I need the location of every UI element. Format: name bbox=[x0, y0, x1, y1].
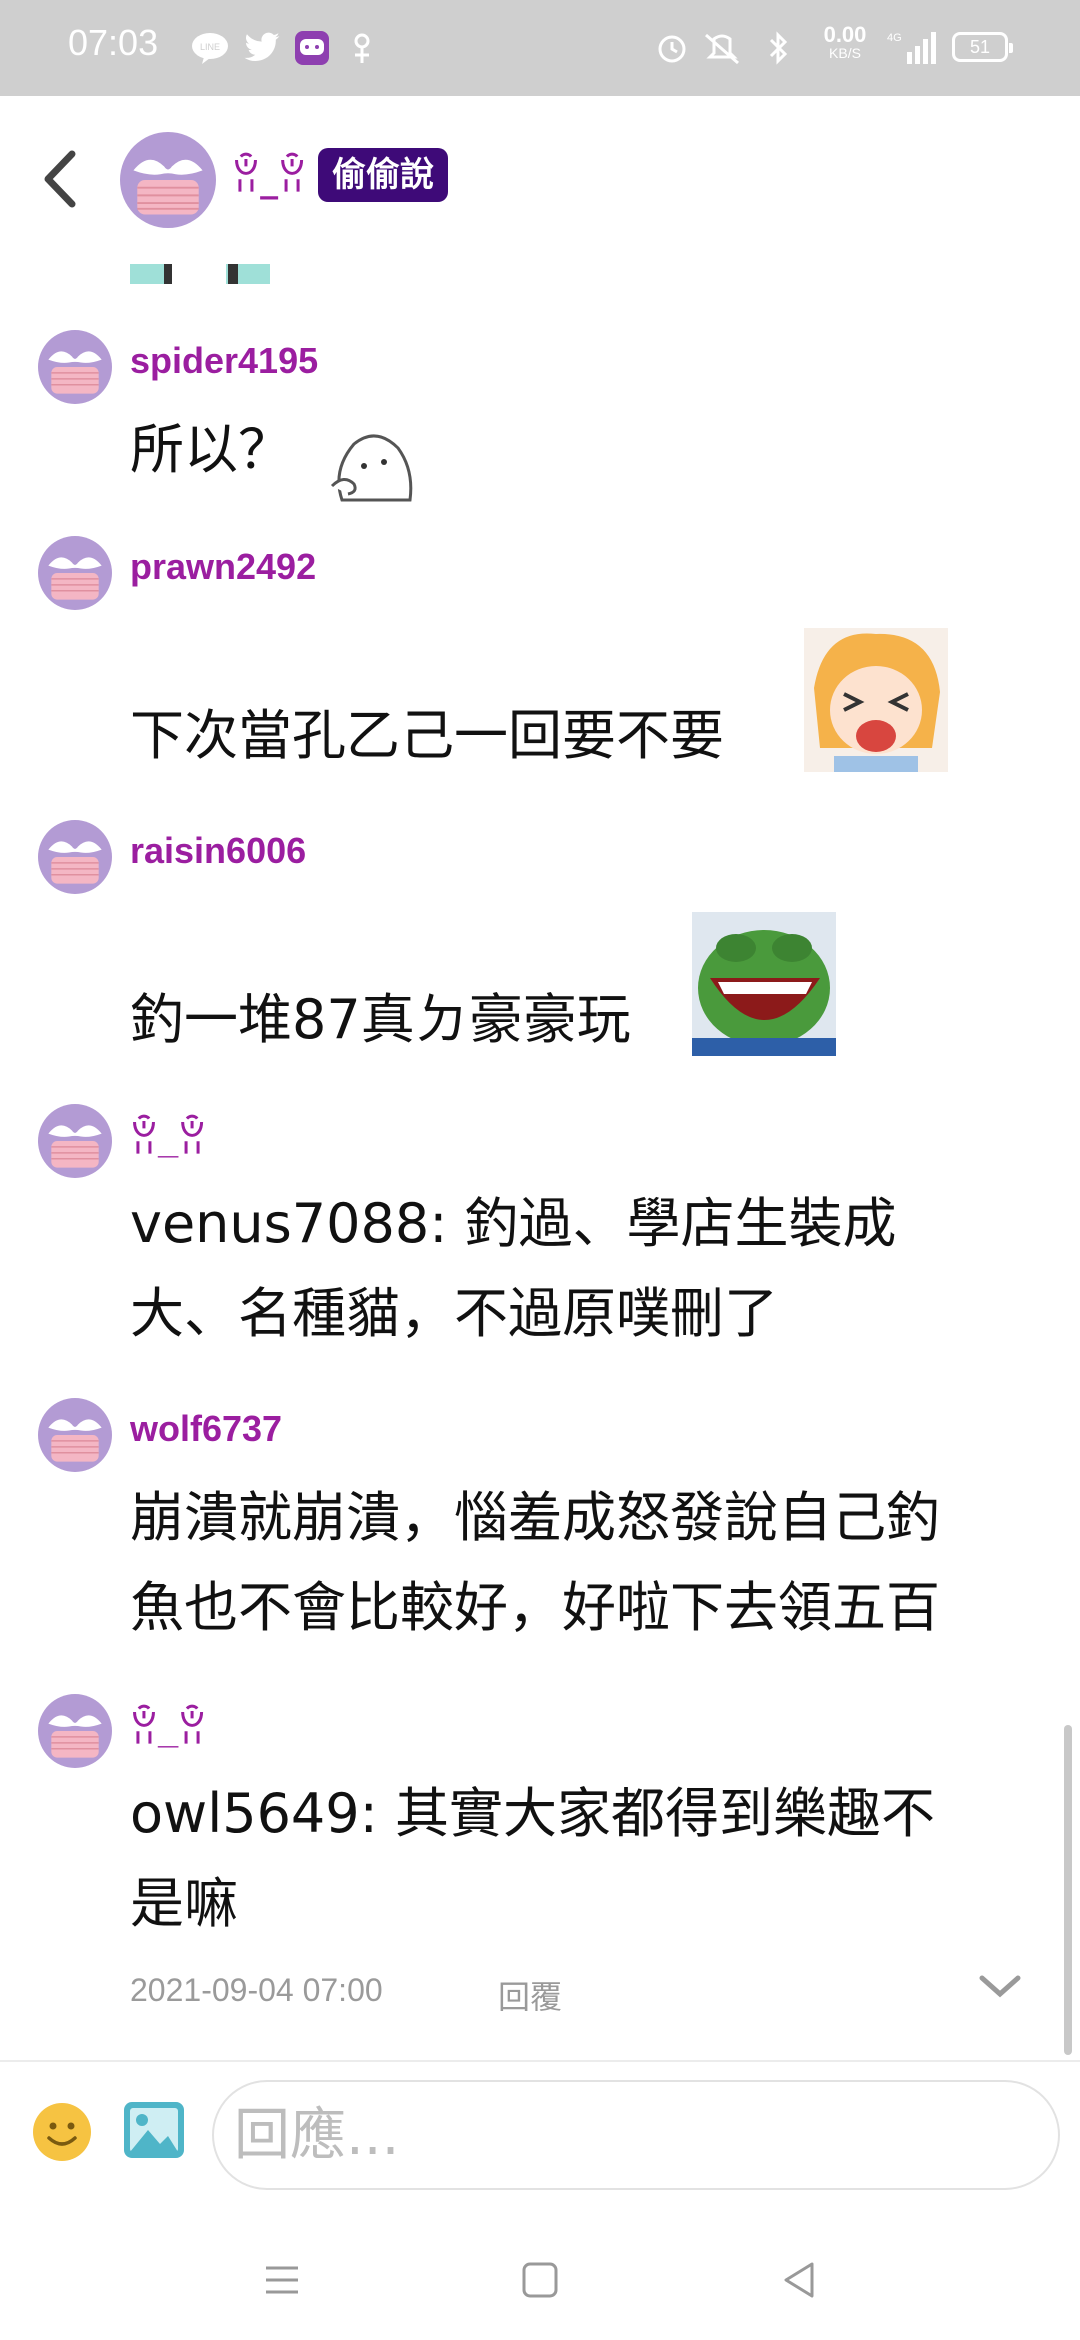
bluetooth-icon bbox=[758, 28, 798, 68]
header: ꂧ_ꂧ 偷偷說 bbox=[0, 96, 1080, 266]
cropped-image-fragment bbox=[130, 264, 270, 284]
comment-date: 2021-09-04 07:00 bbox=[130, 1972, 383, 2008]
username[interactable]: prawn2492 bbox=[130, 546, 316, 588]
image-upload-button[interactable] bbox=[124, 2102, 184, 2158]
line-icon: LINE bbox=[188, 28, 232, 68]
image-icon bbox=[124, 2102, 184, 2158]
divider bbox=[0, 2060, 1080, 2062]
network-type: 4G bbox=[887, 32, 902, 44]
pepe-laughing-sticker bbox=[692, 912, 836, 1056]
pinwheel-icon bbox=[344, 28, 380, 68]
username[interactable]: spider4195 bbox=[130, 340, 318, 382]
message-text: venus7088: 釣過、學店生裝成 bbox=[130, 1192, 897, 1255]
alarm-icon bbox=[652, 28, 692, 68]
username[interactable]: ꂧ_ꂧ bbox=[130, 1114, 206, 1162]
message-text: 崩潰就崩潰，惱羞成怒發說自己釣 bbox=[130, 1486, 940, 1549]
chevron-down-icon bbox=[979, 1975, 1021, 1998]
home-button[interactable] bbox=[510, 2250, 570, 2310]
message-text: 下次當孔乙己一回要不要 bbox=[130, 704, 724, 767]
system-nav-bar bbox=[0, 2210, 1080, 2340]
avatar[interactable] bbox=[38, 330, 112, 404]
username[interactable]: wolf6737 bbox=[130, 1408, 282, 1450]
recent-apps-button[interactable] bbox=[252, 2250, 312, 2310]
username[interactable]: ꂧ_ꂧ bbox=[130, 1704, 206, 1752]
scrollbar[interactable] bbox=[1064, 1725, 1072, 2055]
status-bar: 07:03 LINE 0.00 KB/S 4G 51 bbox=[0, 0, 1080, 96]
emoji-button[interactable] bbox=[32, 2102, 92, 2162]
battery-indicator: 51 bbox=[952, 32, 1013, 62]
mute-icon bbox=[700, 28, 744, 68]
message-text: owl5649: 其實大家都得到樂趣不 bbox=[130, 1782, 935, 1845]
masked-avatar-icon bbox=[38, 820, 112, 894]
message-text: 是嘛 bbox=[130, 1872, 238, 1935]
signal-icon: 4G bbox=[884, 28, 940, 68]
chat-app-icon bbox=[292, 28, 332, 68]
masked-avatar-icon bbox=[38, 1398, 112, 1472]
masked-avatar-icon bbox=[38, 536, 112, 610]
twitter-icon bbox=[240, 28, 284, 68]
anime-girl-crying-sticker bbox=[804, 628, 948, 772]
speed-value: 0.00 bbox=[823, 22, 867, 47]
message-text: 大、名種貓，不過原噗刪了 bbox=[130, 1282, 778, 1345]
network-speed: 0.00 KB/S bbox=[815, 22, 875, 62]
triangle-back-icon bbox=[784, 2262, 814, 2298]
back-arrow-icon bbox=[44, 150, 76, 208]
message-text: 釣一堆87真ㄉ豪豪玩 bbox=[130, 988, 631, 1051]
menu-icon bbox=[266, 2266, 298, 2294]
username[interactable]: raisin6006 bbox=[130, 830, 306, 872]
avatar[interactable] bbox=[38, 536, 112, 610]
smiley-icon bbox=[33, 2103, 91, 2161]
message-text: 所以？ bbox=[130, 418, 292, 481]
header-avatar[interactable] bbox=[120, 132, 216, 228]
reply-input[interactable] bbox=[212, 2080, 1060, 2190]
masked-avatar-icon bbox=[38, 1694, 112, 1768]
reply-link[interactable]: 回覆 bbox=[498, 1972, 562, 2018]
ghost-thinking-sticker bbox=[324, 430, 420, 502]
header-name: ꂧ_ꂧ bbox=[232, 159, 307, 200]
masked-avatar-icon bbox=[38, 1104, 112, 1178]
avatar[interactable] bbox=[38, 1694, 112, 1768]
status-time: 07:03 bbox=[68, 22, 159, 63]
masked-avatar-icon bbox=[120, 132, 216, 228]
avatar[interactable] bbox=[38, 1398, 112, 1472]
back-nav-button[interactable] bbox=[770, 2250, 830, 2310]
expand-button[interactable] bbox=[978, 1972, 1022, 2000]
anonymous-badge: 偷偷說 bbox=[318, 148, 448, 202]
avatar[interactable] bbox=[38, 1104, 112, 1178]
back-button[interactable] bbox=[36, 144, 86, 214]
square-icon bbox=[522, 2262, 558, 2298]
message-text: 魚也不會比較好，好啦下去領五百 bbox=[130, 1576, 940, 1639]
avatar[interactable] bbox=[38, 820, 112, 894]
masked-avatar-icon bbox=[38, 330, 112, 404]
svg-text:LINE: LINE bbox=[200, 42, 220, 52]
